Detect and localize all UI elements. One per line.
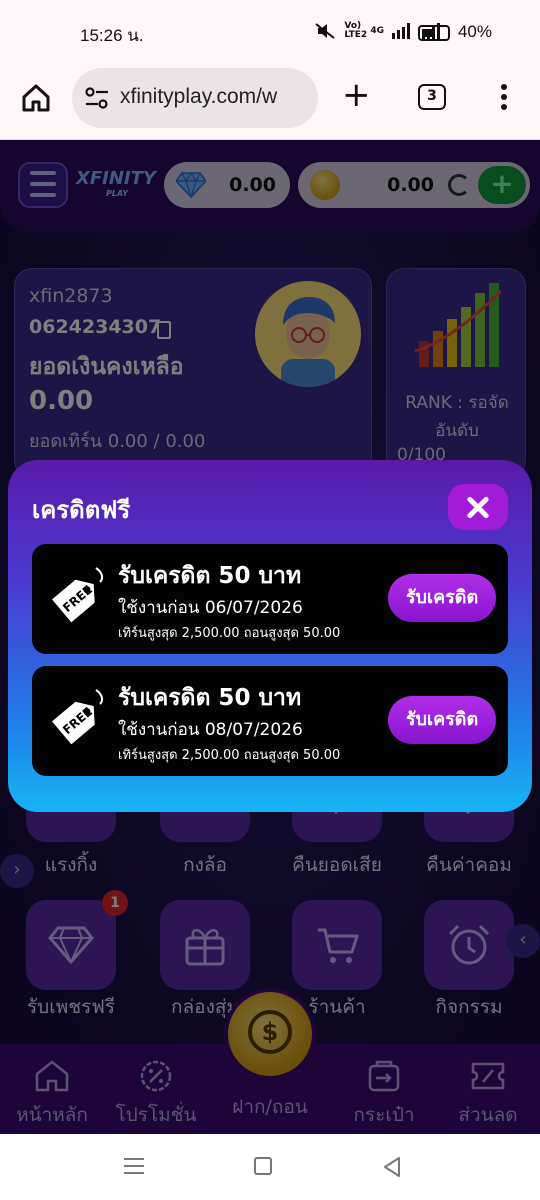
more-menu-icon[interactable] [496, 82, 512, 112]
site-settings-icon[interactable] [84, 86, 110, 110]
credit-expiry: ใช้งานก่อน 06/07/2026 [118, 598, 303, 618]
back-icon[interactable] [382, 1156, 402, 1178]
credit-title: รับเครดิต 50 บาท [118, 685, 302, 711]
modal-title: เครดิตฟรี [32, 496, 131, 524]
credit-limits: เทิร์นสูงสุด 2,500.00 ถอนสูงสุด 50.00 [118, 626, 341, 641]
credit-title: รับเครดิต 50 บาท [118, 563, 302, 589]
credit-limits: เทิร์นสูงสุด 2,500.00 ถอนสูงสุด 50.00 [118, 748, 341, 763]
claim-credit-button[interactable]: รับเครดิต [388, 696, 496, 744]
tab-switcher-button[interactable]: 3 [418, 84, 446, 110]
battery-icon [418, 25, 450, 41]
system-home-icon[interactable] [254, 1157, 272, 1175]
new-tab-button[interactable]: + [342, 78, 371, 112]
browser-toolbar: xfinityplay.com/w + 3 [0, 66, 540, 140]
claim-credit-button[interactable]: รับเครดิต [388, 574, 496, 622]
close-button[interactable] [448, 484, 508, 530]
credit-expiry: ใช้งานก่อน 08/07/2026 [118, 720, 303, 740]
url-text[interactable]: xfinityplay.com/w [120, 85, 310, 109]
credit-card: FREE รับเครดิต 50 บาท ใช้งานก่อน 06/07/2… [32, 544, 508, 654]
battery-percent: 40% [457, 22, 492, 41]
free-tag-icon: FREE [49, 689, 104, 748]
free-credit-modal: เครดิตฟรี FREE รับเครดิต 50 บาท ใช้งานก่… [8, 460, 532, 812]
signal-icon [392, 23, 410, 39]
credit-card: FREE รับเครดิต 50 บาท ใช้งานก่อน 08/07/2… [32, 666, 508, 776]
free-tag-icon: FREE [49, 567, 104, 626]
home-icon[interactable] [20, 82, 52, 114]
status-time: 15:26 น. [80, 26, 144, 45]
network-label: Vo) LTE2 [344, 21, 368, 40]
signal-label: 4G [370, 26, 384, 36]
address-bar[interactable]: xfinityplay.com/w [72, 68, 318, 128]
recent-apps-icon[interactable] [124, 1158, 144, 1176]
status-bar: 15:26 น. Vo) LTE2 4G 40% [0, 0, 540, 66]
mute-icon [315, 23, 335, 39]
system-navigation-bar [0, 1134, 540, 1200]
